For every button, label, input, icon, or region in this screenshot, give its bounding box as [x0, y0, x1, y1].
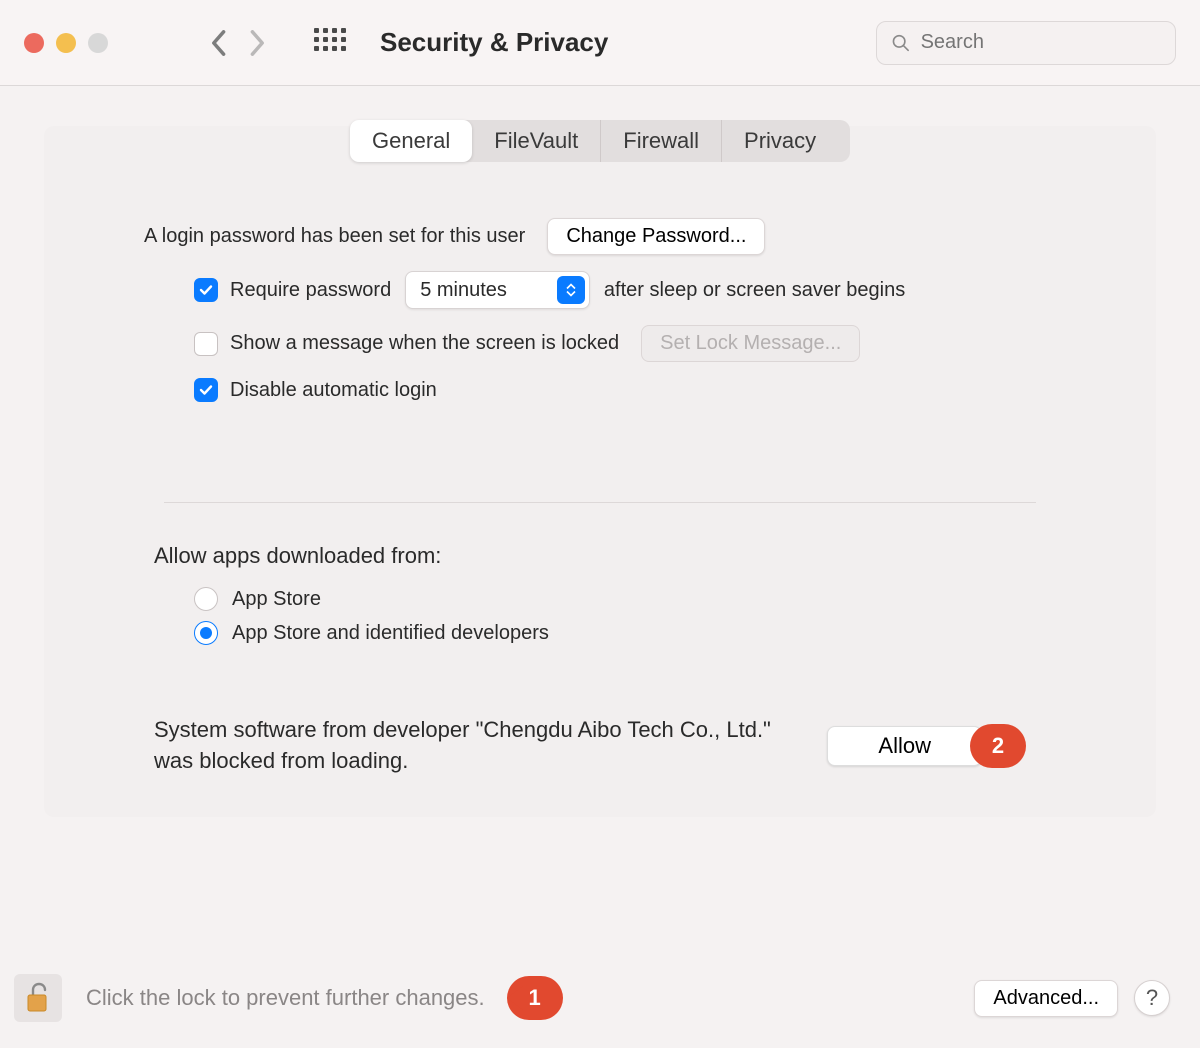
lock-hint-text: Click the lock to prevent further change… — [86, 985, 485, 1011]
tab-privacy[interactable]: Privacy — [722, 120, 838, 162]
chevron-right-icon — [249, 29, 267, 57]
blocked-software-text: System software from developer "Chengdu … — [154, 715, 787, 777]
checkmark-icon — [198, 382, 214, 398]
login-password-text: A login password has been set for this u… — [144, 225, 525, 248]
checkmark-icon — [198, 282, 214, 298]
zoom-window-button[interactable] — [88, 33, 108, 53]
search-icon — [891, 32, 911, 54]
require-password-checkbox[interactable] — [194, 278, 218, 302]
window-title: Security & Privacy — [380, 27, 608, 58]
allow-apps-heading: Allow apps downloaded from: — [144, 543, 1056, 569]
advanced-button[interactable]: Advanced... — [974, 980, 1118, 1017]
tab-filevault[interactable]: FileVault — [472, 120, 601, 162]
close-window-button[interactable] — [24, 33, 44, 53]
show-lock-message-checkbox[interactable] — [194, 332, 218, 356]
traffic-lights — [24, 33, 108, 53]
require-password-delay-value: 5 minutes — [420, 279, 557, 302]
tab-bar: General FileVault Firewall Privacy — [350, 120, 850, 162]
annotation-pin-2: 2 — [970, 724, 1026, 768]
tab-general[interactable]: General — [350, 120, 472, 162]
allow-apps-radio-appstore[interactable] — [194, 587, 218, 611]
disable-auto-login-checkbox[interactable] — [194, 378, 218, 402]
back-button[interactable] — [198, 23, 238, 63]
help-button[interactable]: ? — [1134, 980, 1170, 1016]
preference-panel: General FileVault Firewall Privacy A log… — [44, 126, 1156, 817]
show-all-prefs-button[interactable] — [314, 28, 344, 58]
divider — [164, 502, 1036, 503]
toolbar: Security & Privacy — [0, 0, 1200, 86]
forward-button[interactable] — [238, 23, 278, 63]
select-stepper-icon — [557, 276, 585, 304]
footer: Click the lock to prevent further change… — [0, 974, 1200, 1022]
require-password-label-prefix: Require password — [230, 279, 391, 302]
require-password-delay-select[interactable]: 5 minutes — [405, 271, 590, 309]
allow-apps-label-identified: App Store and identified developers — [232, 622, 549, 645]
tab-firewall[interactable]: Firewall — [601, 120, 722, 162]
search-field[interactable] — [876, 21, 1176, 65]
set-lock-message-button: Set Lock Message... — [641, 325, 860, 362]
disable-auto-login-label: Disable automatic login — [230, 379, 437, 402]
lock-open-icon — [23, 981, 53, 1015]
chevron-left-icon — [209, 29, 227, 57]
annotation-pin-1: 1 — [507, 976, 563, 1020]
lock-button[interactable] — [14, 974, 62, 1022]
change-password-button[interactable]: Change Password... — [547, 218, 765, 255]
search-input[interactable] — [921, 31, 1161, 54]
allow-apps-label-appstore: App Store — [232, 588, 321, 611]
require-password-label-suffix: after sleep or screen saver begins — [604, 279, 905, 302]
show-lock-message-label: Show a message when the screen is locked — [230, 332, 619, 355]
allow-apps-radio-identified[interactable] — [194, 621, 218, 645]
minimize-window-button[interactable] — [56, 33, 76, 53]
